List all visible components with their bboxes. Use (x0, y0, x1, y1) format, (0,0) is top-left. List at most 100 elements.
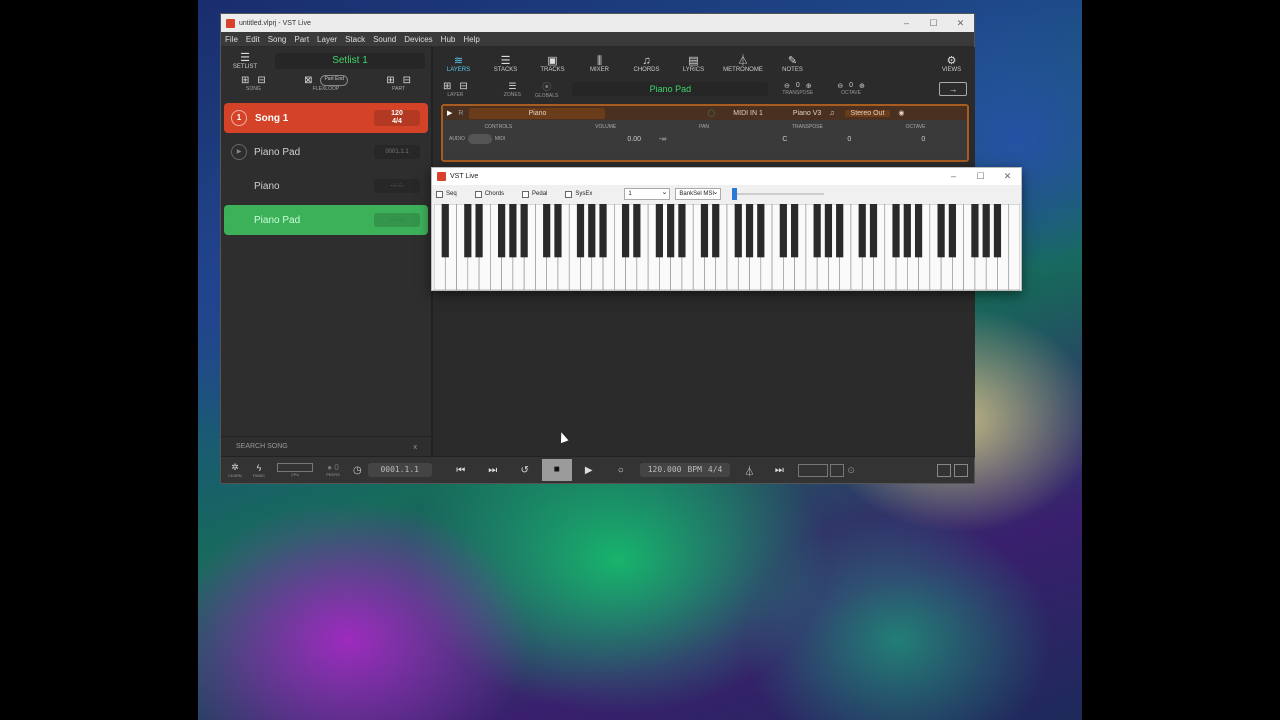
menu-song[interactable]: Song (268, 35, 287, 44)
black-key[interactable] (914, 204, 923, 258)
layer-output[interactable]: Stereo Out (844, 109, 891, 117)
layer-record-icon[interactable]: R (458, 110, 463, 117)
black-key[interactable] (757, 204, 765, 258)
part-row[interactable]: ▶ Piano Pad 0001.1.1 (224, 137, 428, 167)
black-key[interactable] (588, 204, 596, 258)
toolbar-notes[interactable]: ✎ NOTES (769, 55, 816, 73)
black-key[interactable] (734, 204, 742, 258)
layer-octave-value[interactable]: 0 (921, 136, 925, 143)
maximize-button[interactable]: ☐ (967, 171, 994, 182)
channel-select[interactable]: 1 (624, 187, 671, 200)
black-key[interactable] (633, 204, 641, 258)
value-slider[interactable] (732, 188, 825, 200)
clear-search-icon[interactable]: x (414, 444, 418, 451)
add-part-icon[interactable]: ⊞ (386, 75, 394, 86)
black-key[interactable] (700, 204, 709, 258)
eye-icon[interactable]: ◉ (898, 109, 904, 117)
black-key[interactable] (903, 204, 911, 258)
play-part-icon[interactable]: ▶ (231, 144, 247, 160)
close-button[interactable]: ✕ (994, 171, 1021, 182)
toolbar-tracks[interactable]: ▣ TRACKS (529, 55, 576, 73)
pedal-checkbox[interactable]: Pedal (522, 190, 547, 198)
black-key[interactable] (599, 204, 607, 258)
black-key[interactable] (678, 204, 686, 258)
octave-minus-icon[interactable]: ⊖ (837, 82, 843, 90)
part-row-selected[interactable]: Piano Pad -:-:-:- (224, 205, 428, 235)
tempo-display[interactable]: 120.000 BPM 4/4 (639, 463, 731, 477)
pan-value[interactable]: C (782, 136, 787, 143)
maximize-button[interactable]: ☐ (920, 18, 947, 29)
zones-button[interactable]: ☰ ZONES (504, 81, 521, 98)
menu-edit[interactable]: Edit (246, 35, 260, 44)
metronome-button[interactable]: ⏃ (734, 463, 764, 478)
add-song-icon[interactable]: ⊞ (241, 75, 249, 86)
white-key[interactable] (1008, 204, 1020, 290)
black-key[interactable] (498, 204, 506, 258)
black-key[interactable] (441, 204, 449, 258)
panic-button[interactable]: ϟ PANIC (249, 463, 269, 478)
black-key[interactable] (993, 204, 1002, 258)
add-layer-icon[interactable]: ⊞ (443, 81, 451, 92)
black-key[interactable] (655, 204, 663, 258)
search-song-field[interactable]: SEARCH SONG x (221, 436, 431, 458)
close-button[interactable]: ✕ (947, 18, 974, 29)
remove-song-icon[interactable]: ⊟ (257, 75, 265, 86)
layer-instrument[interactable]: Piano V3 (793, 110, 821, 117)
learn-button[interactable]: ✲ LEARN (225, 462, 245, 478)
chords-checkbox[interactable]: Chords (474, 190, 504, 198)
black-key[interactable] (937, 204, 945, 258)
transpose-minus-icon[interactable]: ⊖ (784, 82, 790, 90)
clock-icon[interactable]: ◷ (353, 465, 362, 476)
black-key[interactable] (475, 204, 483, 258)
record-button[interactable]: ○ (606, 465, 636, 476)
piano-keyboard[interactable] (434, 204, 1020, 290)
toolbar-views[interactable]: ⚙ VIEWS (928, 55, 975, 73)
black-key[interactable] (621, 204, 630, 258)
layer-transpose-value[interactable]: 0 (847, 136, 851, 143)
sysex-checkbox[interactable]: SysEx (565, 190, 592, 198)
sync-icon[interactable]: ⊙ (847, 465, 855, 476)
toolbar-mixer[interactable]: ⫼ MIXER (576, 55, 623, 73)
black-key[interactable] (869, 204, 878, 258)
minimize-button[interactable]: – (940, 171, 967, 182)
black-key[interactable] (464, 204, 472, 258)
part-row[interactable]: Piano -:-:-:- (224, 171, 428, 201)
volume-value[interactable]: 0.00 (627, 136, 641, 143)
slider-thumb[interactable] (732, 188, 738, 200)
panel-left-icon[interactable] (937, 463, 951, 477)
black-key[interactable] (520, 204, 528, 258)
toolbar-layers[interactable]: ≋ LAYERS (435, 55, 482, 73)
setlist-button[interactable]: ☰ SETLIST (221, 52, 269, 70)
toolbar-chords[interactable]: ♫ CHORDS (623, 55, 670, 73)
loop-range-field[interactable] (798, 463, 829, 477)
black-key[interactable] (858, 204, 866, 258)
remove-layer-icon[interactable]: ⊟ (459, 81, 467, 92)
part-end-pill[interactable]: Part End (320, 75, 348, 86)
piano-icon[interactable]: ♫ (829, 110, 834, 117)
bank-select[interactable]: BankSel MSI (675, 187, 722, 200)
layer-midi-in[interactable]: MIDI IN 1 (733, 110, 763, 117)
black-key[interactable] (836, 204, 844, 258)
forward-button[interactable]: ⏭ (478, 465, 508, 476)
menu-stack[interactable]: Stack (345, 35, 365, 44)
black-key[interactable] (576, 204, 585, 258)
toolbar-stacks[interactable]: ☰ STACKS (482, 55, 529, 73)
toolbar-metronome[interactable]: ⏃ METRONOME (717, 55, 769, 73)
black-key[interactable] (892, 204, 900, 258)
stop-button[interactable]: ■ (541, 459, 572, 481)
loop-toggle[interactable] (830, 463, 845, 477)
black-key[interactable] (982, 204, 990, 258)
menu-sound[interactable]: Sound (373, 35, 396, 44)
black-key[interactable] (667, 204, 675, 258)
black-key[interactable] (712, 204, 720, 258)
globals-button[interactable]: ⦿ GLOBALS (535, 80, 558, 99)
black-key[interactable] (509, 204, 517, 258)
arrow-right-icon[interactable]: → (939, 82, 967, 96)
next-part-button[interactable]: ⏭ (764, 465, 794, 476)
seq-checkbox[interactable]: Seq (436, 190, 457, 198)
minimize-button[interactable]: – (893, 18, 920, 29)
remove-part-icon[interactable]: ⊟ (403, 75, 411, 86)
black-key[interactable] (745, 204, 754, 258)
setlist-name[interactable]: Setlist 1 (275, 53, 425, 69)
song-row[interactable]: 1 Song 1 120 4/4 (224, 103, 428, 133)
